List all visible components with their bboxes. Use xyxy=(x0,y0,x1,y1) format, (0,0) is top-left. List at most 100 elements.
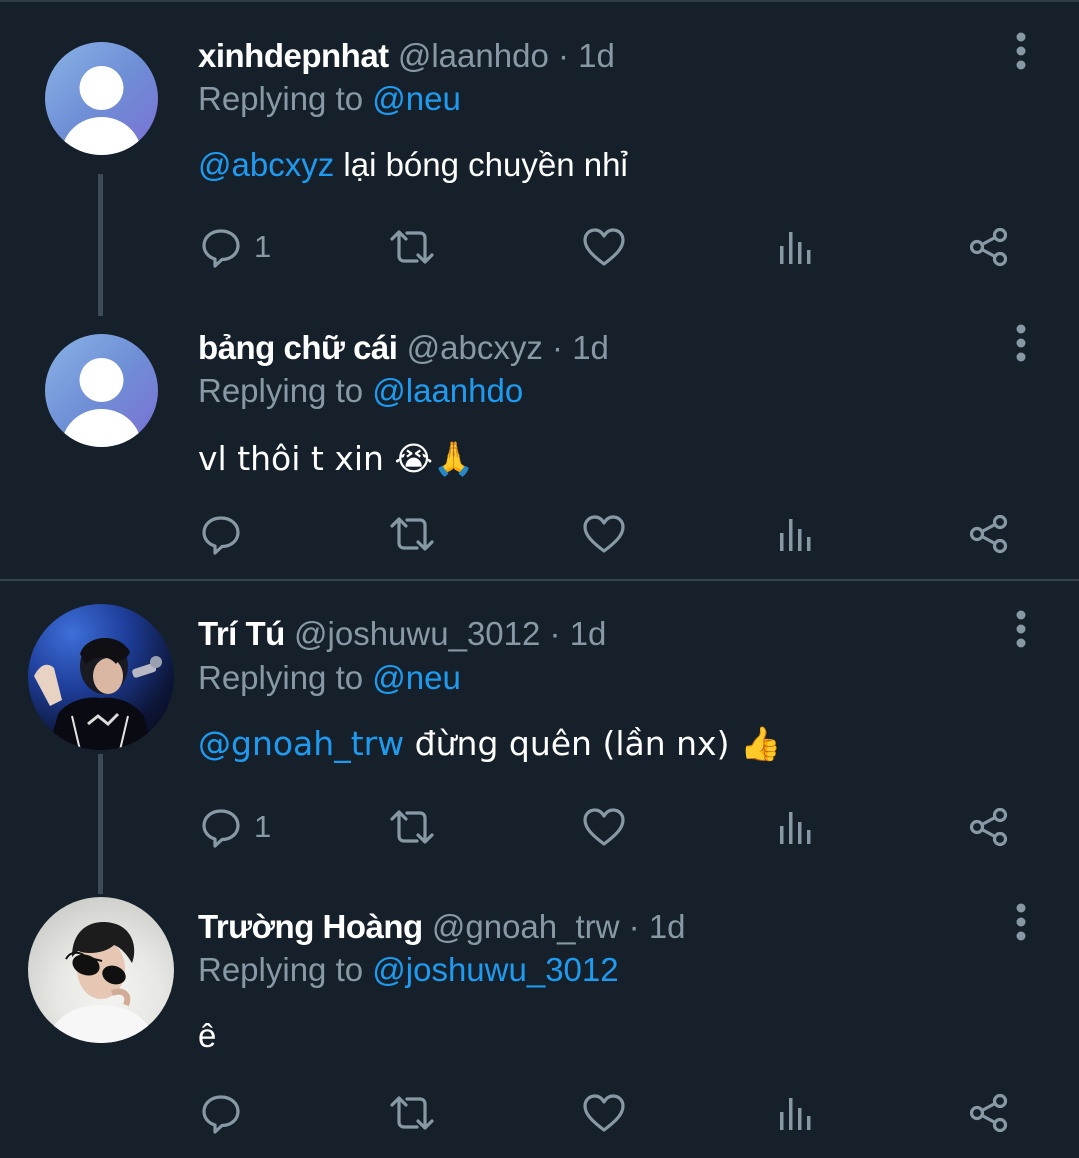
tweet-text: @gnoah_trw đừng quên (lần nx) 👍 xyxy=(198,722,781,766)
tweet-text: vl thôi t xin 😭🙏 xyxy=(198,437,474,481)
analytics-button[interactable] xyxy=(776,1088,816,1138)
separator-dot: · xyxy=(552,329,564,366)
more-options-button[interactable] xyxy=(1004,610,1038,650)
vertical-dots-icon xyxy=(1016,903,1026,941)
display-name[interactable]: bảng chữ cái xyxy=(198,329,398,366)
retweet-button[interactable] xyxy=(388,509,436,559)
speech-bubble-icon xyxy=(202,516,240,555)
replying-label: Replying to xyxy=(198,951,373,988)
tweet-header: Trường Hoàng @gnoah_trw · 1d xyxy=(198,907,686,947)
separator-dot: · xyxy=(549,615,561,652)
vertical-dots-icon xyxy=(1016,610,1026,648)
display-name[interactable]: Trí Tú xyxy=(198,615,285,652)
share-icon xyxy=(969,227,1008,267)
retweet-button[interactable] xyxy=(388,802,436,852)
user-handle[interactable]: @abcxyz xyxy=(407,329,543,366)
analytics-button[interactable] xyxy=(776,802,816,852)
like-button[interactable] xyxy=(582,1088,626,1138)
mention-link[interactable]: @gnoah_trw xyxy=(198,724,404,763)
tweet-actions: 1 xyxy=(198,222,1028,272)
share-icon xyxy=(969,1093,1008,1133)
bar-chart-icon xyxy=(780,232,811,264)
avatar-photo[interactable] xyxy=(28,604,174,750)
share-button[interactable] xyxy=(968,509,1010,559)
speech-bubble-icon xyxy=(202,809,240,848)
reply-button[interactable] xyxy=(200,509,254,559)
replying-to: Replying to @joshuwu_3012 xyxy=(198,950,619,990)
timestamp[interactable]: 1d xyxy=(572,329,609,366)
analytics-button[interactable] xyxy=(776,509,816,559)
thread-divider xyxy=(0,579,1079,581)
replying-label: Replying to xyxy=(198,659,373,696)
speech-bubble-icon xyxy=(202,1095,240,1134)
replying-to: Replying to @laanhdo xyxy=(198,371,523,411)
tweet-text: @abcxyz lại bóng chuyền nhỉ xyxy=(198,143,628,187)
share-button[interactable] xyxy=(968,222,1010,272)
more-options-button[interactable] xyxy=(1004,32,1038,72)
tweet-body: lại bóng chuyền nhỉ xyxy=(334,146,628,183)
retweet-icon xyxy=(390,517,434,551)
replying-to-link[interactable]: @laanhdo xyxy=(372,372,523,409)
heart-icon xyxy=(583,228,625,266)
timestamp[interactable]: 1d xyxy=(578,37,615,74)
replying-to-link[interactable]: @joshuwu_3012 xyxy=(372,951,618,988)
share-button[interactable] xyxy=(968,802,1010,852)
reply-count: 1 xyxy=(254,809,272,844)
separator-dot: · xyxy=(628,908,640,945)
tweet-text: ê xyxy=(198,1014,216,1058)
analytics-button[interactable] xyxy=(776,222,816,272)
more-options-button[interactable] xyxy=(1004,903,1038,943)
timestamp[interactable]: 1d xyxy=(570,615,607,652)
replying-to: Replying to @neu xyxy=(198,79,461,119)
display-name[interactable]: xinhdepnhat xyxy=(198,37,389,74)
avatar-default[interactable] xyxy=(45,42,158,155)
replying-label: Replying to xyxy=(198,80,373,117)
speech-bubble-icon xyxy=(202,229,240,268)
bar-chart-icon xyxy=(780,519,811,551)
retweet-button[interactable] xyxy=(388,222,436,272)
reply-button[interactable]: 1 xyxy=(200,222,271,272)
user-handle[interactable]: @joshuwu_3012 xyxy=(294,615,540,652)
replying-label: Replying to xyxy=(198,372,373,409)
display-name[interactable]: Trường Hoàng xyxy=(198,908,423,945)
more-options-button[interactable] xyxy=(1004,324,1038,364)
timestamp[interactable]: 1d xyxy=(649,908,686,945)
like-button[interactable] xyxy=(582,802,626,852)
tweet-actions xyxy=(198,509,1028,559)
replying-to: Replying to @neu xyxy=(198,658,461,698)
tweet-header: bảng chữ cái @abcxyz · 1d xyxy=(198,328,609,368)
heart-icon xyxy=(583,1094,625,1132)
reply-button[interactable]: 1 xyxy=(200,802,271,852)
tweet-body: vl thôi t xin 😭🙏 xyxy=(198,439,475,478)
avatar-default[interactable] xyxy=(45,334,158,447)
tweet-actions xyxy=(198,1088,1028,1138)
user-handle[interactable]: @gnoah_trw xyxy=(432,908,620,945)
vertical-dots-icon xyxy=(1016,32,1026,70)
reply-button[interactable] xyxy=(200,1088,254,1138)
heart-icon xyxy=(583,808,625,846)
top-divider xyxy=(0,0,1079,2)
mention-link[interactable]: @abcxyz xyxy=(198,146,334,183)
vertical-dots-icon xyxy=(1016,324,1026,362)
tweet-body: ê xyxy=(198,1017,217,1054)
like-button[interactable] xyxy=(582,509,626,559)
share-icon xyxy=(969,514,1008,554)
tweet-header: Trí Tú @joshuwu_3012 · 1d xyxy=(198,614,606,654)
retweet-icon xyxy=(390,810,434,844)
like-button[interactable] xyxy=(582,222,626,272)
user-handle[interactable]: @laanhdo xyxy=(398,37,549,74)
share-button[interactable] xyxy=(968,1088,1010,1138)
tweet-body: đừng quên (lần nx) 👍 xyxy=(404,724,782,763)
retweet-button[interactable] xyxy=(388,1088,436,1138)
replying-to-link[interactable]: @neu xyxy=(372,659,461,696)
replying-to-link[interactable]: @neu xyxy=(372,80,461,117)
avatar-photo[interactable] xyxy=(28,897,174,1043)
reply-count: 1 xyxy=(254,229,272,264)
share-icon xyxy=(969,807,1008,847)
separator-dot: · xyxy=(557,37,569,74)
tweet-header: xinhdepnhat @laanhdo · 1d xyxy=(198,36,615,76)
tweet-actions: 1 xyxy=(198,802,1028,852)
retweet-icon xyxy=(390,1096,434,1130)
heart-icon xyxy=(583,515,625,553)
bar-chart-icon xyxy=(780,1098,811,1130)
